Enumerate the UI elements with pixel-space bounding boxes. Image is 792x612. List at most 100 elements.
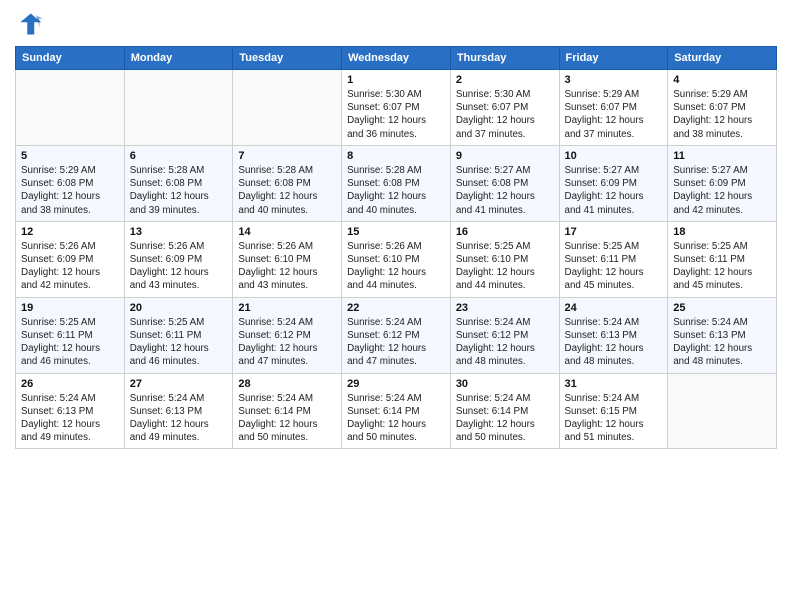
day-info: Sunrise: 5:24 AM Sunset: 6:14 PM Dayligh… bbox=[456, 392, 554, 445]
day-number: 1 bbox=[347, 74, 445, 86]
day-info: Sunrise: 5:25 AM Sunset: 6:11 PM Dayligh… bbox=[21, 316, 119, 369]
calendar-cell: 28Sunrise: 5:24 AM Sunset: 6:14 PM Dayli… bbox=[233, 373, 342, 449]
day-number: 30 bbox=[456, 378, 554, 390]
header-friday: Friday bbox=[559, 47, 668, 70]
page-header bbox=[15, 10, 777, 38]
day-number: 22 bbox=[347, 302, 445, 314]
header-wednesday: Wednesday bbox=[342, 47, 451, 70]
calendar-cell: 24 Sunrise: 5:24 AM Sunset: 6:13 PM Dayli… bbox=[559, 297, 668, 373]
calendar-cell bbox=[668, 373, 777, 449]
day-info: Sunrise: 5:25 AM Sunset: 6:11 PM Dayligh… bbox=[565, 240, 663, 293]
day-number: 31 bbox=[565, 378, 663, 390]
calendar-cell: 11Sunrise: 5:27 AM Sunset: 6:09 PM Dayli… bbox=[668, 145, 777, 221]
day-number: 27 bbox=[130, 378, 228, 390]
calendar-table: SundayMondayTuesdayWednesdayThursdayFrid… bbox=[15, 46, 777, 449]
day-info: Sunrise: 5:24 AM Sunset: 6:13 PM Dayligh… bbox=[130, 392, 228, 445]
day-number: 16 bbox=[456, 226, 554, 238]
day-number: 6 bbox=[130, 150, 228, 162]
header-thursday: Thursday bbox=[450, 47, 559, 70]
day-number: 9 bbox=[456, 150, 554, 162]
calendar-cell: 7 Sunrise: 5:28 AM Sunset: 6:08 PM Daylig… bbox=[233, 145, 342, 221]
header-saturday: Saturday bbox=[668, 47, 777, 70]
day-info: Sunrise: 5:24 AM Sunset: 6:12 PM Dayligh… bbox=[238, 316, 336, 369]
calendar-cell: 26 Sunrise: 5:24 AM Sunset: 6:13 PM Dayli… bbox=[16, 373, 125, 449]
day-info: Sunrise: 5:28 AM Sunset: 6:08 PM Dayligh… bbox=[238, 164, 336, 217]
calendar-cell: 6 Sunrise: 5:28 AM Sunset: 6:08 PM Daylig… bbox=[124, 145, 233, 221]
calendar-cell: 19 Sunrise: 5:25 AM Sunset: 6:11 PM Dayli… bbox=[16, 297, 125, 373]
day-number: 23 bbox=[456, 302, 554, 314]
day-number: 20 bbox=[130, 302, 228, 314]
calendar-cell: 3 Sunrise: 5:29 AM Sunset: 6:07 PM Daylig… bbox=[559, 70, 668, 146]
day-number: 5 bbox=[21, 150, 119, 162]
calendar-week-3: 12 Sunrise: 5:26 AM Sunset: 6:09 PM Dayli… bbox=[16, 221, 777, 297]
day-number: 10 bbox=[565, 150, 663, 162]
day-info: Sunrise: 5:29 AM Sunset: 6:08 PM Dayligh… bbox=[21, 164, 119, 217]
header-tuesday: Tuesday bbox=[233, 47, 342, 70]
day-info: Sunrise: 5:30 AM Sunset: 6:07 PM Dayligh… bbox=[347, 88, 445, 141]
calendar-cell: 30 Sunrise: 5:24 AM Sunset: 6:14 PM Dayli… bbox=[450, 373, 559, 449]
day-info: Sunrise: 5:28 AM Sunset: 6:08 PM Dayligh… bbox=[347, 164, 445, 217]
calendar-week-4: 19 Sunrise: 5:25 AM Sunset: 6:11 PM Dayli… bbox=[16, 297, 777, 373]
calendar-cell bbox=[124, 70, 233, 146]
calendar-cell: 4Sunrise: 5:29 AM Sunset: 6:07 PM Daylig… bbox=[668, 70, 777, 146]
day-number: 24 bbox=[565, 302, 663, 314]
day-number: 15 bbox=[347, 226, 445, 238]
day-number: 26 bbox=[21, 378, 119, 390]
calendar-cell: 1 Sunrise: 5:30 AM Sunset: 6:07 PM Daylig… bbox=[342, 70, 451, 146]
day-number: 21 bbox=[238, 302, 336, 314]
day-info: Sunrise: 5:29 AM Sunset: 6:07 PM Dayligh… bbox=[673, 88, 771, 141]
calendar-cell: 8Sunrise: 5:28 AM Sunset: 6:08 PM Daylig… bbox=[342, 145, 451, 221]
calendar-cell: 22 Sunrise: 5:24 AM Sunset: 6:12 PM Dayli… bbox=[342, 297, 451, 373]
calendar-cell: 10 Sunrise: 5:27 AM Sunset: 6:09 PM Dayli… bbox=[559, 145, 668, 221]
calendar-cell: 2 Sunrise: 5:30 AM Sunset: 6:07 PM Daylig… bbox=[450, 70, 559, 146]
day-number: 3 bbox=[565, 74, 663, 86]
logo bbox=[15, 10, 47, 38]
day-number: 11 bbox=[673, 150, 771, 162]
header-sunday: Sunday bbox=[16, 47, 125, 70]
day-number: 28 bbox=[238, 378, 336, 390]
day-number: 13 bbox=[130, 226, 228, 238]
day-info: Sunrise: 5:24 AM Sunset: 6:14 PM Dayligh… bbox=[347, 392, 445, 445]
day-info: Sunrise: 5:26 AM Sunset: 6:10 PM Dayligh… bbox=[238, 240, 336, 293]
calendar-cell: 31 Sunrise: 5:24 AM Sunset: 6:15 PM Dayli… bbox=[559, 373, 668, 449]
day-number: 2 bbox=[456, 74, 554, 86]
day-info: Sunrise: 5:25 AM Sunset: 6:11 PM Dayligh… bbox=[130, 316, 228, 369]
day-number: 7 bbox=[238, 150, 336, 162]
day-info: Sunrise: 5:24 AM Sunset: 6:12 PM Dayligh… bbox=[347, 316, 445, 369]
day-info: Sunrise: 5:27 AM Sunset: 6:08 PM Dayligh… bbox=[456, 164, 554, 217]
calendar-cell: 9 Sunrise: 5:27 AM Sunset: 6:08 PM Daylig… bbox=[450, 145, 559, 221]
day-info: Sunrise: 5:24 AM Sunset: 6:13 PM Dayligh… bbox=[21, 392, 119, 445]
calendar-cell: 17 Sunrise: 5:25 AM Sunset: 6:11 PM Dayli… bbox=[559, 221, 668, 297]
day-info: Sunrise: 5:24 AM Sunset: 6:15 PM Dayligh… bbox=[565, 392, 663, 445]
day-number: 18 bbox=[673, 226, 771, 238]
day-info: Sunrise: 5:25 AM Sunset: 6:10 PM Dayligh… bbox=[456, 240, 554, 293]
calendar-cell: 25 Sunrise: 5:24 AM Sunset: 6:13 PM Dayli… bbox=[668, 297, 777, 373]
logo-icon bbox=[15, 10, 43, 38]
day-number: 17 bbox=[565, 226, 663, 238]
day-info: Sunrise: 5:26 AM Sunset: 6:09 PM Dayligh… bbox=[130, 240, 228, 293]
calendar-cell: 12 Sunrise: 5:26 AM Sunset: 6:09 PM Dayli… bbox=[16, 221, 125, 297]
calendar-cell: 15Sunrise: 5:26 AM Sunset: 6:10 PM Dayli… bbox=[342, 221, 451, 297]
day-info: Sunrise: 5:24 AM Sunset: 6:13 PM Dayligh… bbox=[565, 316, 663, 369]
day-info: Sunrise: 5:30 AM Sunset: 6:07 PM Dayligh… bbox=[456, 88, 554, 141]
calendar-week-1: 1 Sunrise: 5:30 AM Sunset: 6:07 PM Daylig… bbox=[16, 70, 777, 146]
day-number: 14 bbox=[238, 226, 336, 238]
calendar-cell: 5 Sunrise: 5:29 AM Sunset: 6:08 PM Daylig… bbox=[16, 145, 125, 221]
day-info: Sunrise: 5:27 AM Sunset: 6:09 PM Dayligh… bbox=[565, 164, 663, 217]
day-number: 25 bbox=[673, 302, 771, 314]
calendar-cell: 14 Sunrise: 5:26 AM Sunset: 6:10 PM Dayli… bbox=[233, 221, 342, 297]
calendar-cell: 27 Sunrise: 5:24 AM Sunset: 6:13 PM Dayli… bbox=[124, 373, 233, 449]
calendar-cell: 29Sunrise: 5:24 AM Sunset: 6:14 PM Dayli… bbox=[342, 373, 451, 449]
calendar-cell bbox=[233, 70, 342, 146]
day-info: Sunrise: 5:28 AM Sunset: 6:08 PM Dayligh… bbox=[130, 164, 228, 217]
day-number: 12 bbox=[21, 226, 119, 238]
day-info: Sunrise: 5:26 AM Sunset: 6:09 PM Dayligh… bbox=[21, 240, 119, 293]
day-number: 19 bbox=[21, 302, 119, 314]
calendar-cell bbox=[16, 70, 125, 146]
calendar-week-5: 26 Sunrise: 5:24 AM Sunset: 6:13 PM Dayli… bbox=[16, 373, 777, 449]
calendar-header-row: SundayMondayTuesdayWednesdayThursdayFrid… bbox=[16, 47, 777, 70]
day-info: Sunrise: 5:29 AM Sunset: 6:07 PM Dayligh… bbox=[565, 88, 663, 141]
calendar-cell: 18 Sunrise: 5:25 AM Sunset: 6:11 PM Dayli… bbox=[668, 221, 777, 297]
day-info: Sunrise: 5:24 AM Sunset: 6:13 PM Dayligh… bbox=[673, 316, 771, 369]
day-info: Sunrise: 5:25 AM Sunset: 6:11 PM Dayligh… bbox=[673, 240, 771, 293]
